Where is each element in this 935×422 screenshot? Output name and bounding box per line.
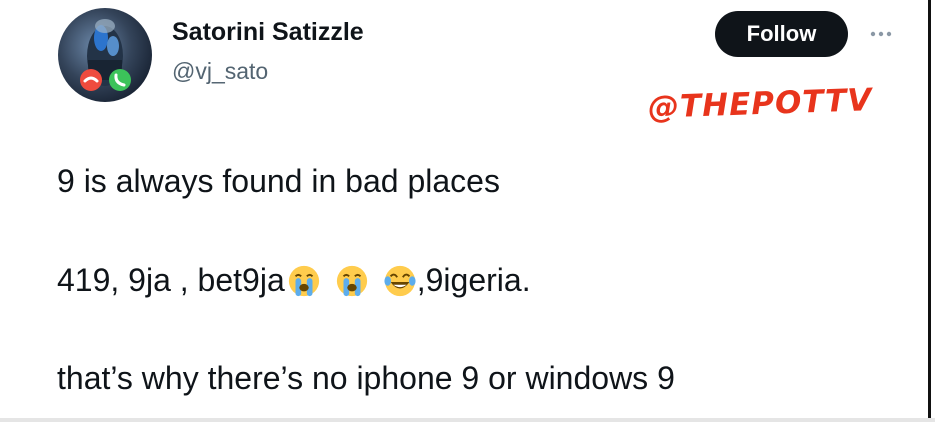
- author-display-name[interactable]: Satorini Satizzle: [172, 18, 364, 47]
- loudly-crying-face-icon: [336, 265, 367, 296]
- more-horizontal-icon[interactable]: [869, 22, 893, 46]
- tweet-card: Satorini Satizzle @vj_sato Follow @THEPO…: [0, 0, 935, 422]
- accept-call-icon: [109, 69, 131, 91]
- avatar-image: [80, 19, 131, 91]
- follow-button[interactable]: Follow: [715, 11, 848, 57]
- watermark-text: @THEPOTTV: [647, 82, 873, 126]
- card-edge: [928, 0, 931, 422]
- tears-of-joy-face-icon: [384, 265, 416, 296]
- decline-call-icon: [80, 69, 102, 91]
- author-handle[interactable]: @vj_sato: [172, 58, 268, 85]
- tweet-text-line-2-prefix: 419, 9ja , bet9ja: [57, 262, 285, 298]
- divider: [0, 418, 935, 422]
- avatar[interactable]: [58, 8, 152, 102]
- tweet-text-line-1: 9 is always found in bad places: [57, 163, 500, 199]
- tweet-text-line-2: 419, 9ja , bet9ja ,9igeria.: [57, 262, 531, 299]
- tweet-text-line-3: that’s why there’s no iphone 9 or window…: [57, 360, 675, 396]
- loudly-crying-face-icon: [288, 265, 319, 296]
- tweet-text-line-2-suffix: ,9igeria.: [416, 262, 531, 298]
